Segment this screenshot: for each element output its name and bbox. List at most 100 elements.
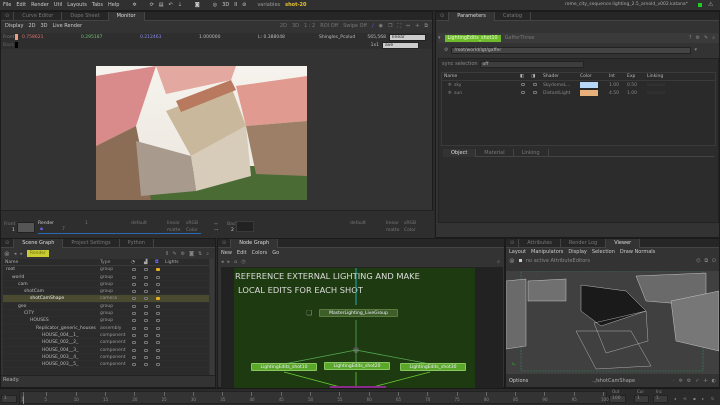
scene-graph-row[interactable]: HOUSE_004__3_ component [3,347,209,354]
row-toggle-checkbox[interactable] [144,304,148,308]
col-lights[interactable]: Lights [165,259,179,266]
roi-toggle[interactable]: ROI Off [320,23,338,29]
pane-menu-icon[interactable]: ⊙ [436,11,450,21]
scene-graph-row[interactable]: HOUSE_003__5_ component [3,361,209,369]
tab-attributes[interactable]: Attributes [519,238,561,248]
layers-icon[interactable]: ⧉ [704,258,708,264]
edit-icon[interactable]: ✎ [172,251,176,257]
row-toggle-checkbox[interactable] [144,282,148,286]
col-solo-icon[interactable]: ◨ [531,74,535,79]
scene-graph-row[interactable]: shotCamShape camera [3,295,209,303]
row-toggle-checkbox[interactable] [156,297,160,301]
scene-graph-row[interactable]: geo group [3,303,209,311]
scene-graph-row[interactable]: world group [3,274,209,281]
row-toggle-checkbox[interactable] [156,268,160,272]
front-default-select[interactable]: default [131,221,147,226]
linking-icons[interactable]: ▫▫▫▫▫▫ [647,83,665,88]
out-frame-field[interactable]: 100 [609,395,626,403]
mode-select[interactable]: ave [382,41,419,49]
stop-icon[interactable]: ◎ [213,2,217,8]
camera-icon[interactable]: ⌬ [696,258,700,264]
scene-graph-row[interactable]: shotCam group [3,288,209,296]
step-icon[interactable]: ⟲ [683,396,686,401]
3d-toggle[interactable]: 3D [292,23,299,29]
camera-icon[interactable]: ◙ [189,251,194,257]
col-camera-icon[interactable]: ◘ [155,259,159,266]
back-icon[interactable]: ◂ [14,251,17,257]
render-image[interactable] [96,66,307,200]
light-row[interactable]: ✲ sky SkydomeL... 1.00 0.50 ▫▫▫▫▫▫ [442,81,715,89]
back-cs2[interactable]: sRGB [404,221,416,226]
settings-icon[interactable]: ⚙ [181,251,185,257]
row-toggle-checkbox[interactable] [156,326,160,330]
row-toggle-checkbox[interactable] [156,355,160,359]
edit-icon[interactable]: ✎ [704,35,708,41]
row-toggle-checkbox[interactable] [132,282,136,286]
power-icon[interactable]: ⏻ [712,258,716,264]
light-row[interactable]: ✲ sun DistantLight 4.50 1.00 ▫▫▫▫▫▫ [442,89,715,97]
scene-graph-row[interactable]: Replicator_generic_houses assembly [3,325,209,332]
row-toggle-checkbox[interactable] [144,341,148,345]
swap-icon[interactable]: ↔ [214,222,218,227]
menu-colors[interactable]: Colors [252,250,268,256]
menu-edit[interactable]: Edit [237,250,247,256]
scene-graph-row[interactable]: HOUSES group [3,317,209,325]
row-toggle-checkbox[interactable] [132,290,136,294]
row-toggle-checkbox[interactable] [132,297,136,301]
warning-icon[interactable]: ⚠ [708,1,713,8]
row-toggle-checkbox[interactable] [132,355,136,359]
tab-scene-graph[interactable]: Scene Graph [14,238,64,248]
tab-render-log[interactable]: Render Log [561,238,607,248]
enable-checkbox[interactable] [521,91,525,94]
row-toggle-checkbox[interactable] [144,363,148,367]
col-color[interactable]: Color [580,74,592,79]
3d-icon[interactable]: 3D [222,2,229,8]
row-toggle-checkbox[interactable] [156,341,160,345]
menu-go[interactable]: Go [272,250,279,256]
row-toggle-checkbox[interactable] [144,326,148,330]
light-int[interactable]: 1.00 [609,83,619,88]
scene-graph-row[interactable]: HOUSE_004__1_ component [3,332,209,340]
row-toggle-checkbox[interactable] [156,282,160,286]
help-icon[interactable]: ? [689,35,692,41]
2d-menu[interactable]: 2D [28,23,35,29]
in-frame-field[interactable]: 1 [1,395,17,403]
front-thumbnail[interactable] [17,222,35,233]
row-toggle-checkbox[interactable] [156,312,160,316]
row-toggle-checkbox[interactable] [156,275,160,279]
row-toggle-checkbox[interactable] [144,312,148,316]
pause-icon[interactable]: II [165,251,168,257]
play-back-icon[interactable]: ◂ [674,396,676,401]
move-icon[interactable]: ✛ [703,378,707,384]
visibility-icon[interactable]: ◐ [712,378,716,384]
node-name-chip[interactable]: LightingEdits_shot10 [444,34,501,42]
solo-checkbox[interactable] [533,91,537,94]
settings-icon[interactable]: ⚙ [696,35,700,41]
back-color[interactable]: Color [404,228,416,233]
row-toggle-checkbox[interactable] [132,341,136,345]
wipe-icon[interactable]: ⊶ [214,228,219,233]
pane-menu-icon[interactable]: ⊙ [1,238,15,248]
camera-select[interactable]: ../shotCamShape [592,378,635,384]
col-proxy-icon[interactable]: ▟ [144,259,147,266]
row-toggle-checkbox[interactable] [156,304,160,308]
cancel-icon[interactable]: ⊗ [4,250,10,258]
search-icon[interactable]: ⌕ [712,35,715,41]
light-icon[interactable]: ✲ [679,378,683,384]
row-toggle-checkbox[interactable] [144,290,148,294]
row-toggle-checkbox[interactable] [132,304,136,308]
gear-icon[interactable]: ⚙ [687,378,691,384]
row-toggle-checkbox[interactable] [132,268,136,272]
back-cs1[interactable]: linear [386,221,399,226]
current-frame-field[interactable]: 1 [634,395,649,403]
row-toggle-checkbox[interactable] [156,290,160,294]
menu-layout[interactable]: Layout [509,249,526,255]
scene-graph-row[interactable]: HOUSE_002__2_ component [3,339,209,347]
row-toggle-checkbox[interactable] [144,348,148,352]
col-name[interactable]: Name [444,74,457,79]
attr-checkbox[interactable] [518,259,522,262]
render-node-chip[interactable]: Render [26,250,49,257]
col-int[interactable]: Int [609,74,615,79]
home-icon[interactable]: ⌂ [234,259,237,265]
tab-linking[interactable]: Linking [514,148,549,157]
